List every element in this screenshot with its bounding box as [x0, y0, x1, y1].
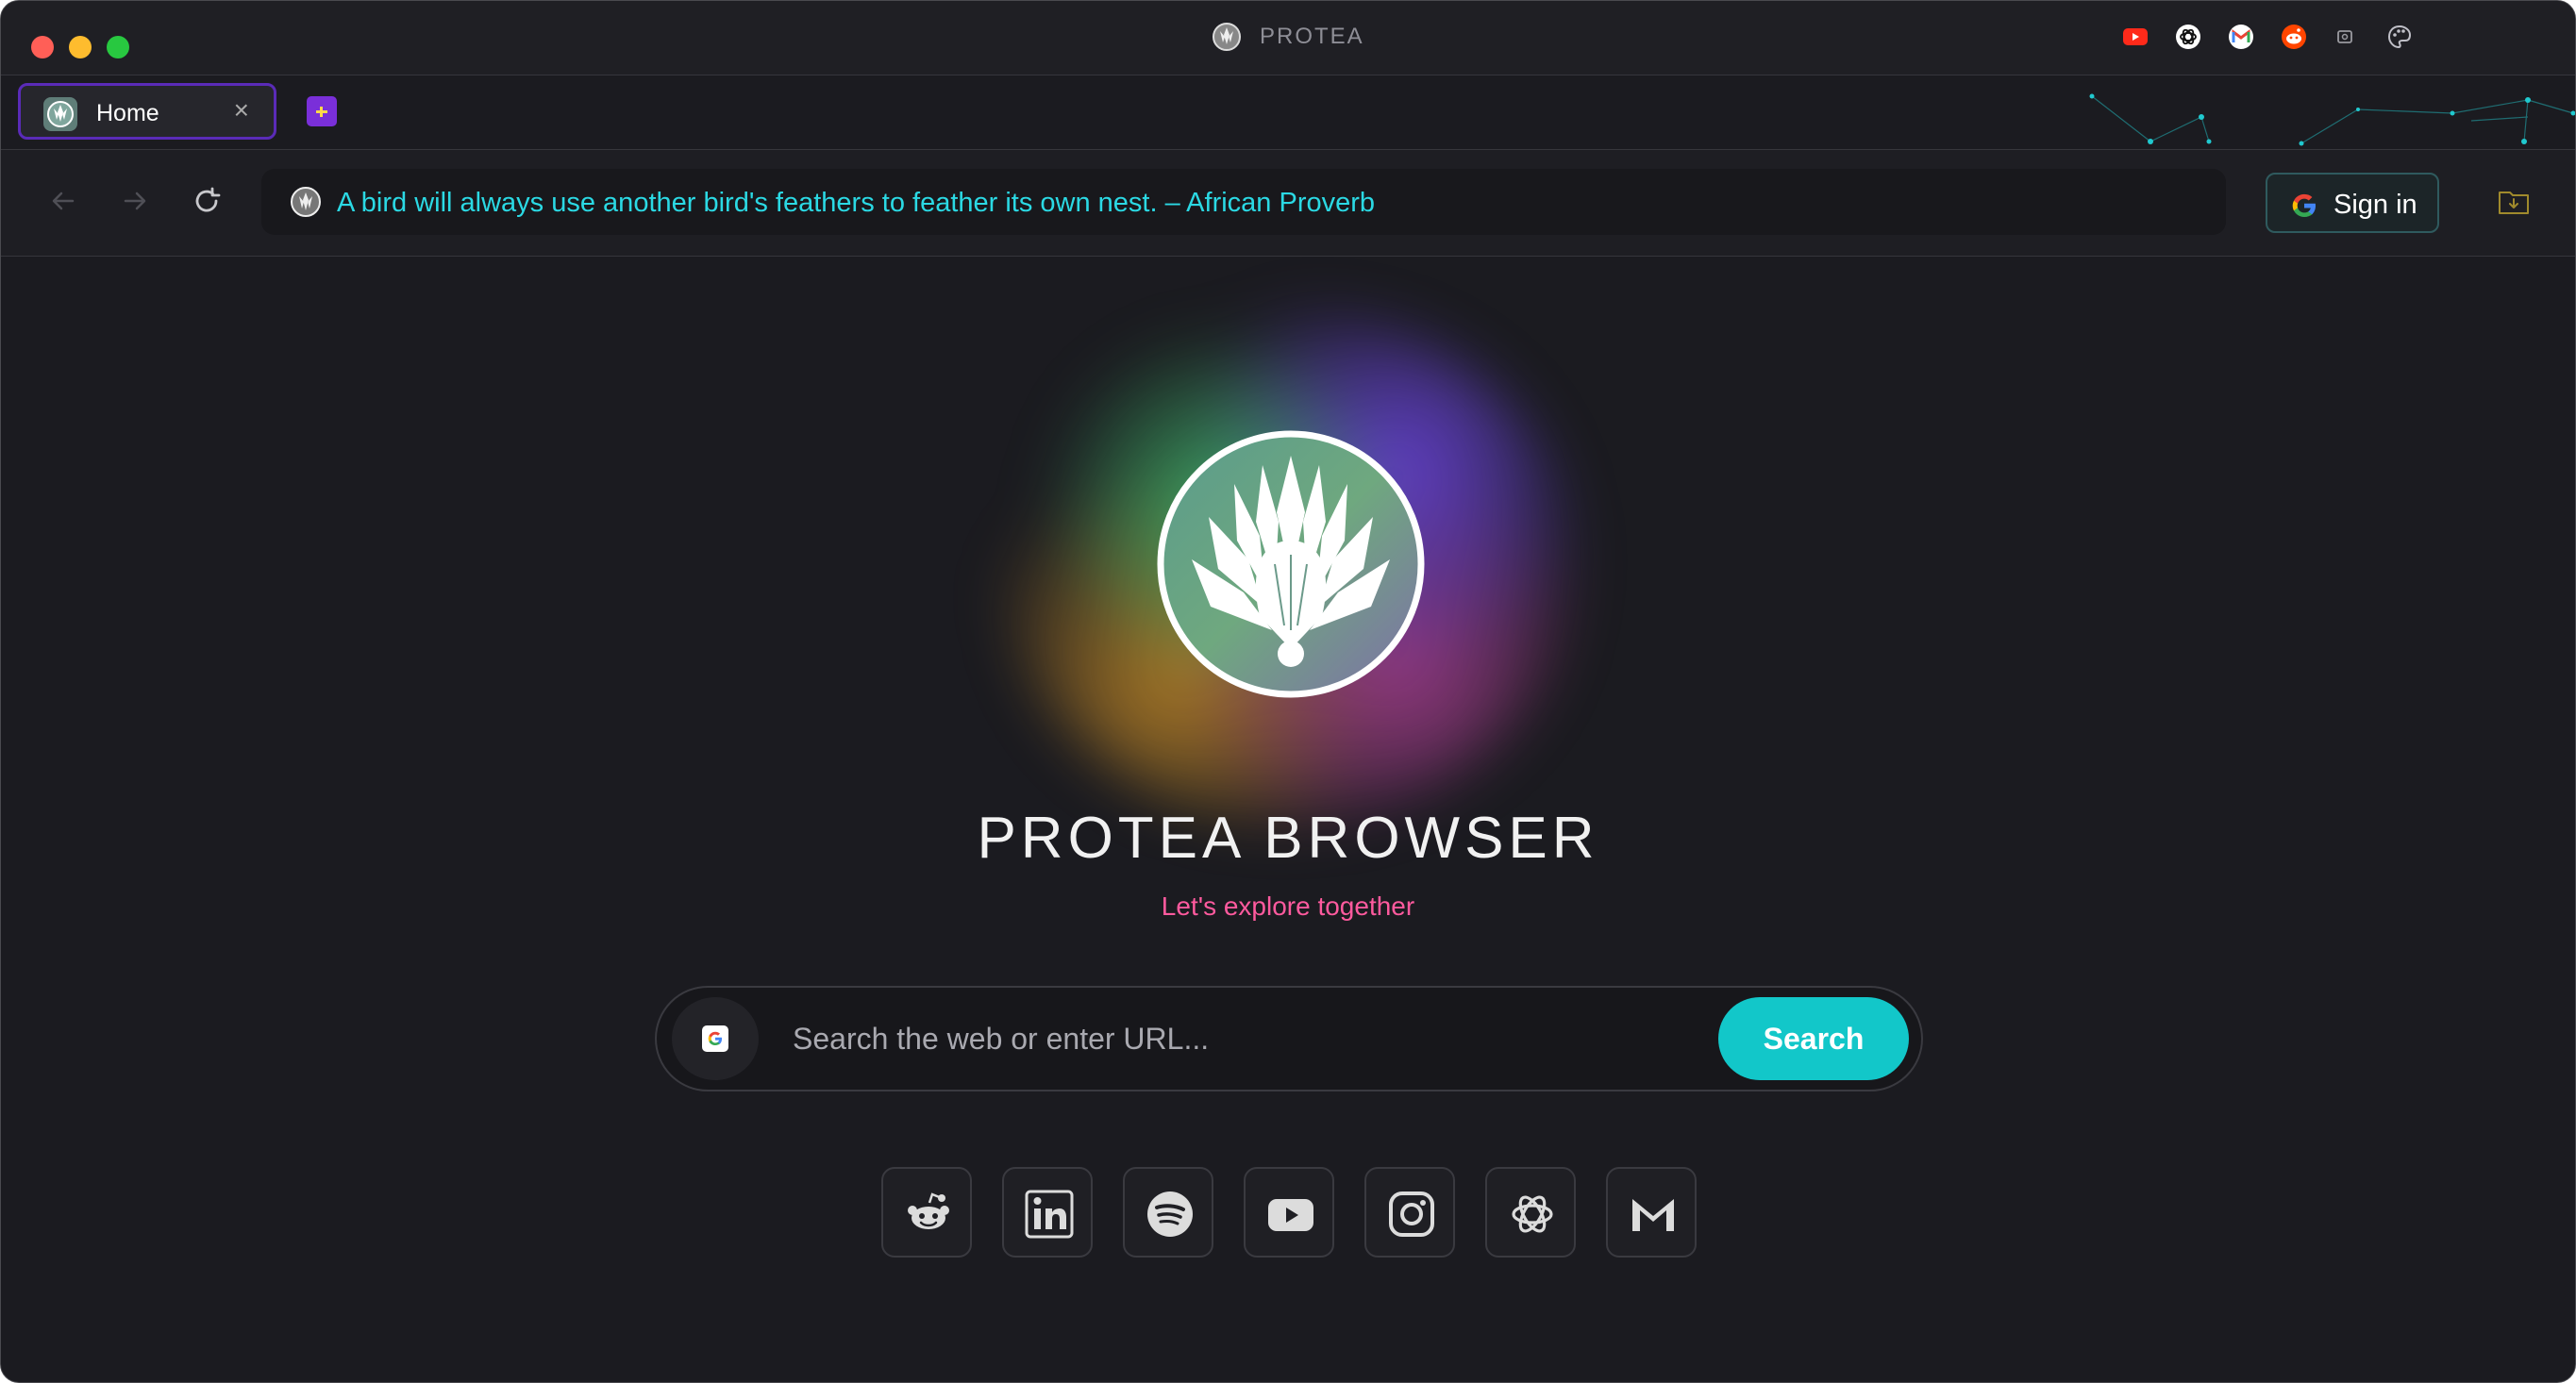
sign-in-label: Sign in: [2333, 190, 2417, 220]
shortcut-spotify[interactable]: [1123, 1167, 1213, 1258]
tab-home[interactable]: Home ×: [18, 83, 276, 140]
screenshot-icon[interactable]: [2335, 27, 2354, 46]
back-icon[interactable]: [48, 186, 78, 216]
shortcut-youtube[interactable]: [1244, 1167, 1334, 1258]
protea-logo-icon: [291, 187, 321, 217]
youtube-icon[interactable]: [2122, 25, 2149, 48]
spotify-icon: [1147, 1191, 1193, 1237]
address-quote-text: A bird will always use another bird's fe…: [337, 188, 1376, 218]
forward-icon[interactable]: [120, 186, 150, 216]
google-icon: [702, 1025, 728, 1052]
sign-in-button[interactable]: Sign in: [2266, 173, 2439, 233]
google-icon: [2292, 193, 2316, 217]
reddit-icon: [908, 1192, 949, 1229]
shortcut-openai[interactable]: [1485, 1167, 1576, 1258]
openai-icon: [1512, 1195, 1553, 1233]
address-bar[interactable]: A bird will always use another bird's fe…: [261, 169, 2226, 235]
shortcut-gmail[interactable]: [1606, 1167, 1697, 1258]
palette-icon[interactable]: [2386, 24, 2413, 50]
tab-bar: Home ×: [1, 75, 2575, 150]
youtube-icon: [1268, 1199, 1313, 1231]
gmail-icon[interactable]: [2228, 24, 2254, 50]
reddit-icon[interactable]: [2281, 24, 2307, 50]
instagram-icon: [1389, 1191, 1434, 1237]
openai-icon[interactable]: [2175, 24, 2201, 50]
tab-label: Home: [96, 100, 159, 126]
shortcut-linkedin[interactable]: [1002, 1167, 1093, 1258]
tab-close-icon[interactable]: ×: [234, 95, 249, 125]
search-box: Search: [655, 986, 1923, 1091]
search-input[interactable]: [791, 1014, 1408, 1063]
navigation-bar: A bird will always use another bird's fe…: [1, 150, 2575, 257]
protea-logo-icon: [1213, 23, 1242, 51]
search-button[interactable]: Search: [1718, 997, 1909, 1080]
linkedin-icon: [1025, 1190, 1074, 1239]
protea-logo-icon: [43, 97, 77, 131]
shortcut-instagram[interactable]: [1364, 1167, 1455, 1258]
protea-logo-icon: [1157, 430, 1425, 698]
new-tab-button[interactable]: [307, 96, 337, 126]
network-decoration: [2089, 93, 2575, 146]
title-bar: PROTEA: [1, 1, 2575, 75]
gmail-icon: [1632, 1199, 1674, 1231]
browser-window: PROTEA Home × A bird will always use ano…: [0, 0, 2576, 1383]
reload-icon[interactable]: [192, 186, 222, 216]
tagline: Let's explore together: [1161, 891, 1415, 921]
brand-title: PROTEA BROWSER: [977, 806, 1599, 871]
window-title-text: PROTEA: [1259, 24, 1364, 49]
search-engine-selector[interactable]: [672, 997, 759, 1080]
download-folder-icon[interactable]: [2498, 188, 2530, 216]
shortcut-reddit[interactable]: [881, 1167, 972, 1258]
